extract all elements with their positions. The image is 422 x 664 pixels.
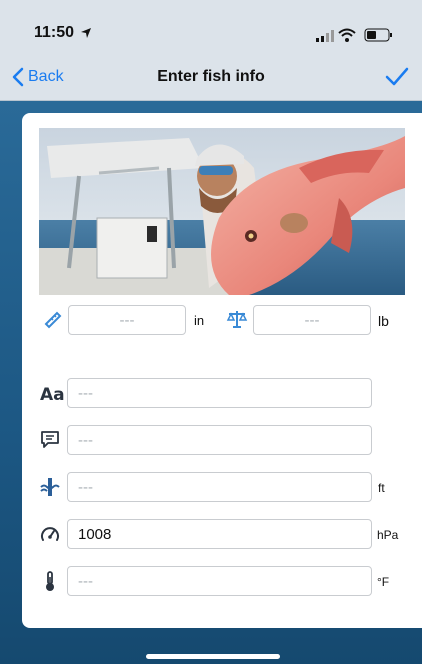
pressure-unit: hPa xyxy=(377,528,399,542)
battery-icon xyxy=(364,28,392,42)
wifi-icon xyxy=(338,28,356,42)
length-unit: in xyxy=(194,313,205,328)
name-input[interactable] xyxy=(67,378,372,408)
gauge-icon xyxy=(41,527,59,541)
temperature-input[interactable] xyxy=(67,566,372,596)
weight-unit: lb xyxy=(378,313,389,329)
ruler-icon xyxy=(44,311,62,329)
depth-icon xyxy=(40,478,60,496)
comment-icon xyxy=(41,431,59,448)
weight-input[interactable] xyxy=(253,305,371,335)
status-time: 11:50 xyxy=(34,24,75,41)
page-title: Enter fish info xyxy=(157,68,265,85)
checkmark-done-button[interactable] xyxy=(384,64,410,90)
fish-photo-image xyxy=(39,128,405,295)
comment-input[interactable] xyxy=(67,425,372,455)
status-bar: 11:50 xyxy=(0,0,422,55)
temperature-unit: °F xyxy=(377,575,390,589)
location-arrow-icon xyxy=(81,28,91,38)
depth-unit: ft xyxy=(378,481,385,495)
fish-photo[interactable] xyxy=(39,128,405,295)
cellular-signal-icon xyxy=(316,30,334,42)
navigation-bar: Back Enter fish info xyxy=(0,55,422,101)
length-input[interactable] xyxy=(68,305,186,335)
home-indicator[interactable] xyxy=(146,654,280,659)
text-aa-icon: Aa xyxy=(40,385,65,405)
depth-input[interactable] xyxy=(67,472,372,502)
thermometer-icon xyxy=(46,571,54,591)
scale-icon xyxy=(226,311,248,328)
pressure-input[interactable] xyxy=(67,519,372,549)
